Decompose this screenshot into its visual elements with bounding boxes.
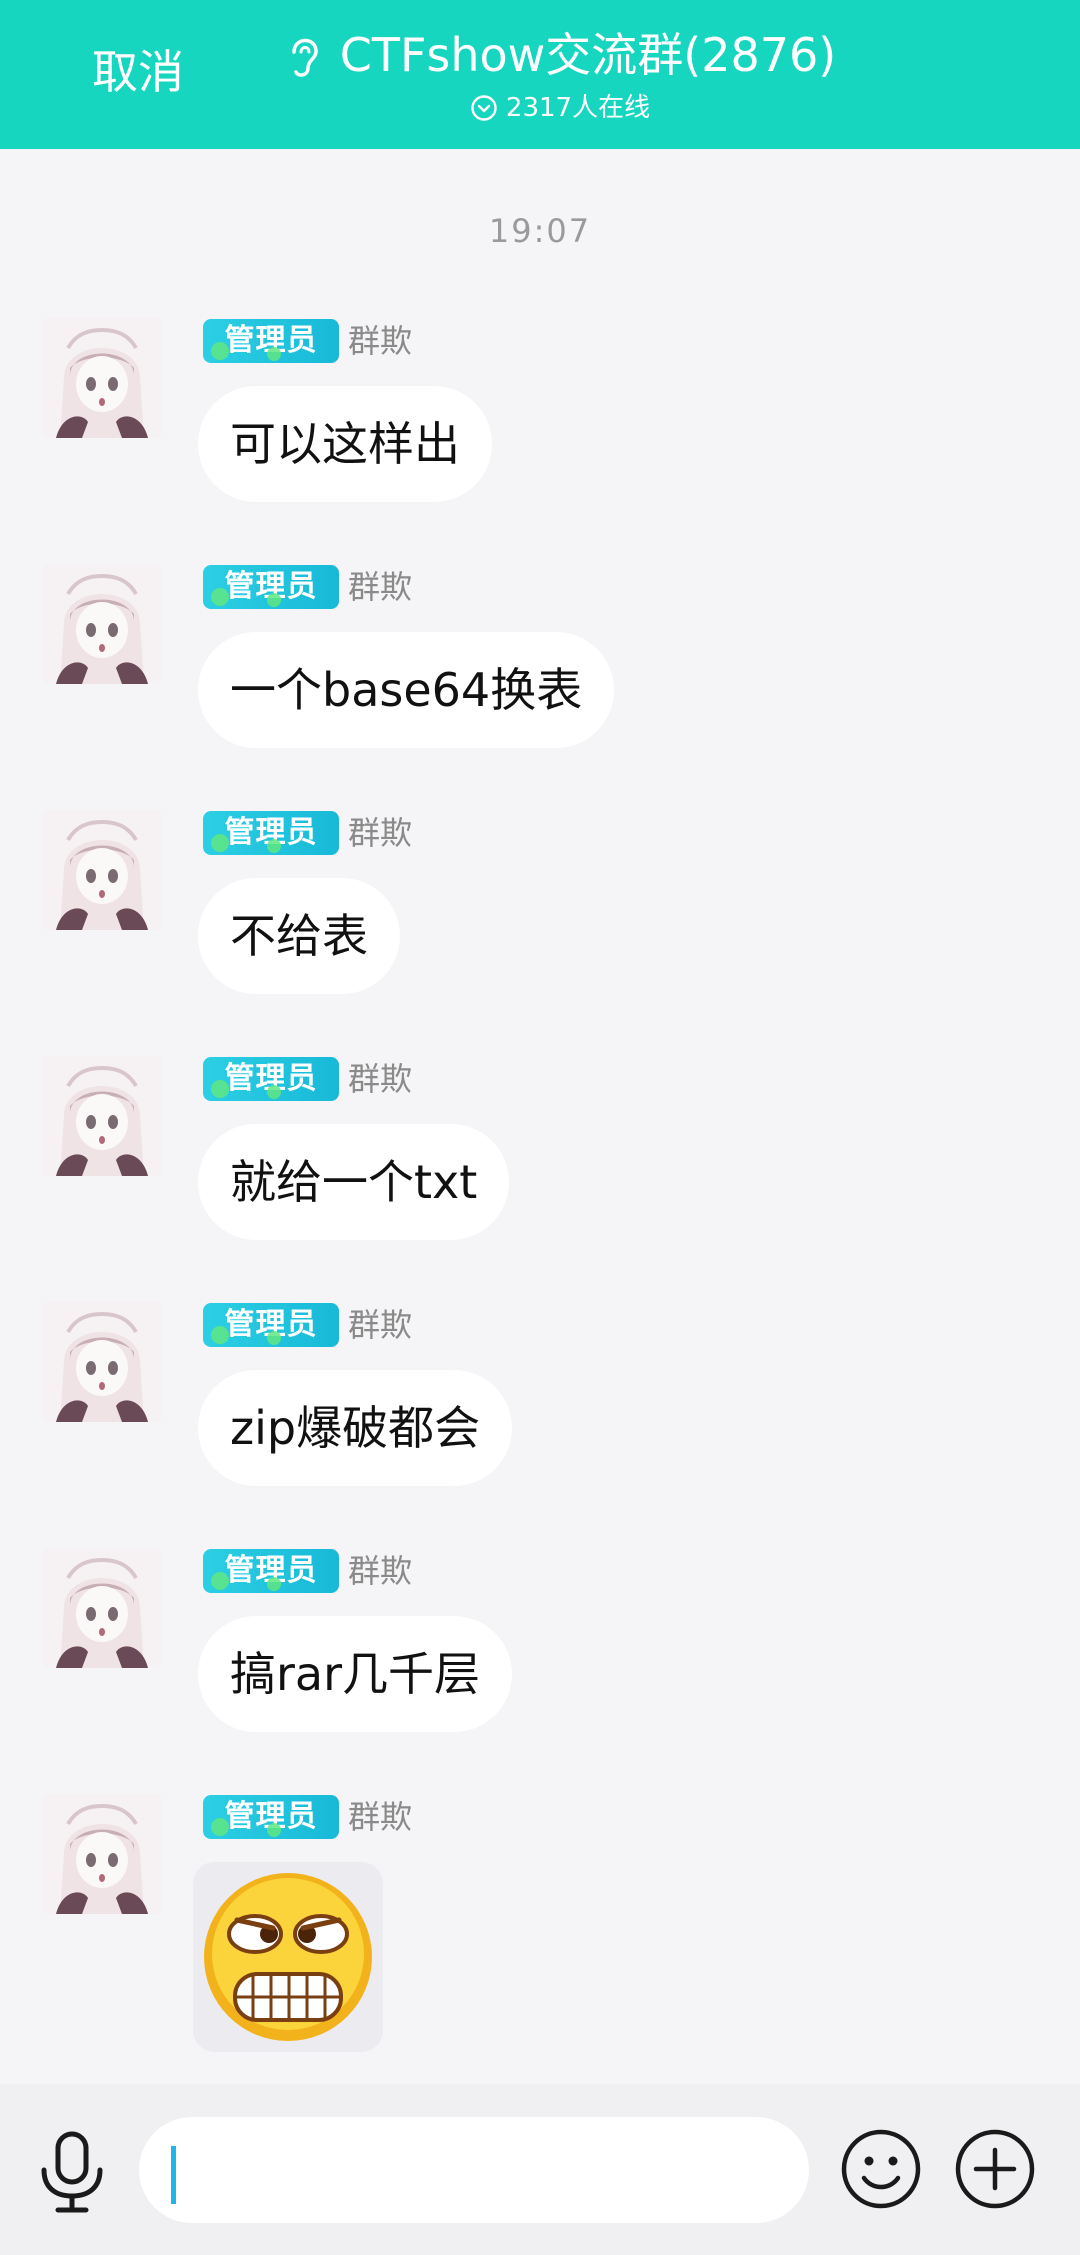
admin-badge: 管理员 (203, 319, 339, 363)
anime-avatar-image (42, 318, 162, 438)
admin-badge: 管理员 (203, 1057, 339, 1101)
microphone-icon[interactable] (34, 2130, 110, 2214)
anime-avatar-image (42, 810, 162, 930)
avatar[interactable] (42, 318, 162, 438)
message-item: 管理员 群欺 搞rar几千层 (0, 1548, 1080, 1778)
sender-name[interactable]: 群欺 (348, 321, 412, 361)
chat-header: 取消 CTFshow交流群(2876) 2317人在线 (0, 0, 1080, 149)
smiley-icon[interactable] (840, 2128, 922, 2210)
avatar[interactable] (42, 1794, 162, 1914)
sender-name[interactable]: 群欺 (348, 1305, 412, 1345)
online-count: 2317人在线 (505, 93, 651, 123)
message-item: 管理员 群欺 (0, 1794, 1080, 2074)
sender-name[interactable]: 群欺 (348, 567, 412, 607)
message-item: 管理员 群欺 zip爆破都会 (0, 1302, 1080, 1532)
chevron-circle-icon (471, 95, 497, 121)
message-item: 管理员 群欺 不给表 (0, 810, 1080, 1040)
text-caret (171, 2146, 176, 2204)
message-item: 管理员 群欺 可以这样出 (0, 318, 1080, 548)
avatar[interactable] (42, 1302, 162, 1422)
sender-name[interactable]: 群欺 (348, 1797, 412, 1837)
message-bubble[interactable]: 就给一个txt (198, 1124, 510, 1240)
avatar[interactable] (42, 1056, 162, 1176)
online-status-row: 2317人在线 (0, 88, 1080, 128)
message-bubble[interactable]: 可以这样出 (198, 386, 492, 502)
admin-badge: 管理员 (203, 1549, 339, 1593)
ear-icon (291, 38, 318, 77)
anime-avatar-image (42, 1794, 162, 1914)
message-bubble[interactable]: zip爆破都会 (198, 1370, 513, 1486)
grinning-emoji-icon (193, 1862, 383, 2052)
grinning-emoji-sticker[interactable] (193, 1862, 383, 2052)
plus-circle-icon[interactable] (954, 2128, 1036, 2210)
avatar[interactable] (42, 564, 162, 684)
message-timestamp: 19:07 (488, 212, 592, 250)
avatar[interactable] (42, 1548, 162, 1668)
message-input[interactable] (139, 2117, 809, 2223)
anime-avatar-image (42, 1302, 162, 1422)
title-row: CTFshow交流群(2876) (0, 20, 1080, 90)
anime-avatar-image (42, 1056, 162, 1176)
admin-badge: 管理员 (203, 1795, 339, 1839)
message-bubble[interactable]: 不给表 (198, 878, 400, 994)
message-item: 管理员 群欺 就给一个txt (0, 1056, 1080, 1286)
sender-name[interactable]: 群欺 (348, 1551, 412, 1591)
admin-badge: 管理员 (203, 565, 339, 609)
admin-badge: 管理员 (203, 1303, 339, 1347)
message-bubble[interactable]: 一个base64换表 (198, 632, 615, 748)
anime-avatar-image (42, 1548, 162, 1668)
anime-avatar-image (42, 564, 162, 684)
sender-name[interactable]: 群欺 (348, 813, 412, 853)
group-title[interactable]: CTFshow交流群(2876) (340, 25, 837, 85)
message-item: 管理员 群欺 一个base64换表 (0, 564, 1080, 794)
sender-name[interactable]: 群欺 (348, 1059, 412, 1099)
avatar[interactable] (42, 810, 162, 930)
message-bubble[interactable]: 搞rar几千层 (198, 1616, 513, 1732)
admin-badge: 管理员 (203, 811, 339, 855)
